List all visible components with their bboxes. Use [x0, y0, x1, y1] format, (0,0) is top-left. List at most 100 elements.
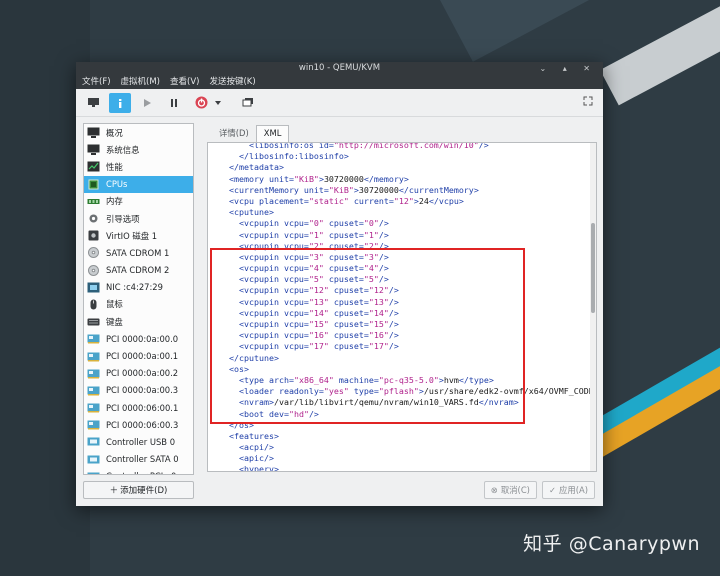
sidebar-item[interactable]: Controller USB 0 — [84, 433, 193, 450]
xml-line[interactable]: <vcpupin vcpu="13" cpuset="13"/> — [219, 297, 596, 308]
xml-line[interactable]: <cputune> — [219, 207, 596, 218]
sidebar-item-label: NIC :c4:27:29 — [106, 282, 163, 293]
xml-line[interactable]: <vcpupin vcpu="14" cpuset="14"/> — [219, 308, 596, 319]
sidebar-item[interactable]: Controller PCIe 0 — [84, 468, 193, 474]
sidebar-item[interactable]: PCI 0000:0a:00.0 — [84, 330, 193, 347]
check-icon: ✓ — [548, 485, 556, 495]
sidebar-item-label: 性能 — [106, 161, 123, 172]
xml-line[interactable]: <libosinfo:os id="http://microsoft.com/w… — [219, 143, 596, 151]
console-button[interactable] — [82, 93, 104, 113]
sidebar-item-label: PCI 0000:06:00.3 — [106, 419, 179, 430]
xml-line[interactable]: <acpi/> — [219, 442, 596, 453]
sidebar-item[interactable]: 引导选项 — [84, 210, 193, 227]
xml-line[interactable]: </libosinfo:libosinfo> — [219, 151, 596, 162]
xml-line[interactable]: <vcpupin vcpu="2" cpuset="2"/> — [219, 241, 596, 252]
pci-icon — [87, 351, 100, 362]
tab-xml[interactable]: XML — [255, 125, 290, 143]
sidebar-item-label: 引导选项 — [106, 213, 140, 224]
controller-icon — [87, 436, 100, 447]
sidebar-item-label: 鼠标 — [106, 299, 123, 310]
sidebar-item-label: Controller SATA 0 — [106, 454, 179, 465]
apply-button[interactable]: ✓ 应用(A) — [541, 481, 595, 499]
toolbar — [76, 89, 603, 117]
sidebar-item-label: CPUs — [106, 179, 128, 190]
monitor-icon — [87, 144, 100, 156]
xml-line[interactable]: <vcpupin vcpu="3" cpuset="3"/> — [219, 252, 596, 263]
xml-line[interactable]: </metadata> — [219, 162, 596, 173]
xml-line[interactable]: <vcpupin vcpu="16" cpuset="16"/> — [219, 330, 596, 341]
plus-icon: ＋ — [109, 486, 119, 496]
sidebar-item[interactable]: 内存 — [84, 193, 193, 210]
power-icon — [195, 96, 207, 109]
xml-line[interactable]: </cputune> — [219, 353, 596, 364]
hardware-list[interactable]: 概况 系统信息 性能 CPUs 内存 引导选项 VirtIO 磁盘 1 SATA CDROM … — [83, 123, 194, 475]
sidebar-item[interactable]: 键盘 — [84, 313, 193, 330]
menu-view[interactable]: 查看(V) — [170, 75, 199, 89]
sidebar-item[interactable]: NIC :c4:27:29 — [84, 279, 193, 296]
sidebar-item[interactable]: PCI 0000:0a:00.2 — [84, 365, 193, 382]
xml-line[interactable]: <vcpupin vcpu="15" cpuset="15"/> — [219, 319, 596, 330]
sidebar-item[interactable]: PCI 0000:0a:00.1 — [84, 347, 193, 364]
shutdown-button[interactable] — [190, 93, 212, 113]
xml-code[interactable]: <libosinfo:os id="http://microsoft.com/w… — [219, 143, 596, 471]
snapshots-button[interactable] — [237, 93, 259, 113]
xml-line[interactable]: <memory unit="KiB">30720000</memory> — [219, 174, 596, 185]
xml-line[interactable]: <hyperv> — [219, 464, 596, 471]
sidebar-item[interactable]: 系统信息 — [84, 141, 193, 158]
xml-line[interactable]: <type arch="x86_64" machine="pc-q35-5.0"… — [219, 375, 596, 386]
xml-line[interactable]: <currentMemory unit="KiB">30720000</curr… — [219, 185, 596, 196]
xml-line[interactable]: <vcpupin vcpu="1" cpuset="1"/> — [219, 230, 596, 241]
pause-icon — [171, 98, 177, 107]
sidebar-item[interactable]: Controller SATA 0 — [84, 451, 193, 468]
sidebar-item[interactable]: PCI 0000:06:00.3 — [84, 416, 193, 433]
xml-line[interactable]: <features> — [219, 431, 596, 442]
details-button[interactable] — [109, 92, 131, 113]
title-bar[interactable]: win10 - QEMU/KVM ⌄ ▴ ✕ — [76, 62, 603, 75]
info-icon — [119, 98, 122, 108]
sidebar-item[interactable]: VirtIO 磁盘 1 — [84, 227, 193, 244]
pci-icon — [87, 402, 100, 413]
xml-line[interactable]: <vcpupin vcpu="4" cpuset="4"/> — [219, 263, 596, 274]
xml-line[interactable]: <vcpupin vcpu="17" cpuset="17"/> — [219, 341, 596, 352]
dropdown-arrow-icon — [215, 100, 221, 105]
window-content: 概况 系统信息 性能 CPUs 内存 引导选项 VirtIO 磁盘 1 SATA CDROM … — [76, 117, 603, 506]
sidebar-item-label: 键盘 — [106, 316, 123, 327]
sidebar-item[interactable]: SATA CDROM 1 — [84, 244, 193, 261]
add-hardware-button[interactable]: ＋ 添加硬件(D) — [83, 481, 194, 499]
xml-line[interactable]: <vcpupin vcpu="0" cpuset="0"/> — [219, 218, 596, 229]
sidebar-item[interactable]: PCI 0000:06:00.1 — [84, 399, 193, 416]
xml-line[interactable]: <apic/> — [219, 453, 596, 464]
window-controls[interactable]: ⌄ ▴ ✕ — [539, 62, 597, 75]
sidebar-item-label: 内存 — [106, 196, 123, 207]
watermark-text: 知乎 @Canarypwn — [523, 533, 700, 555]
xml-line[interactable]: <vcpu placement="static" current="12">24… — [219, 196, 596, 207]
sidebar-item[interactable]: SATA CDROM 2 — [84, 262, 193, 279]
menu-vm[interactable]: 虚拟机(M) — [121, 75, 160, 89]
shutdown-menu-button[interactable] — [212, 93, 224, 113]
xml-line[interactable]: <vcpupin vcpu="12" cpuset="12"/> — [219, 285, 596, 296]
run-button[interactable] — [136, 93, 158, 113]
sidebar-item-label: Controller PCIe 0 — [106, 471, 176, 474]
sidebar-item[interactable]: 概况 — [84, 124, 193, 141]
scrollbar-thumb[interactable] — [591, 223, 595, 313]
menu-file[interactable]: 文件(F) — [82, 75, 111, 89]
sidebar-item[interactable]: PCI 0000:0a:00.3 — [84, 382, 193, 399]
window-title: win10 - QEMU/KVM — [298, 63, 381, 73]
xml-line[interactable]: <os> — [219, 364, 596, 375]
xml-line[interactable]: <nvram>/var/lib/libvirt/qemu/nvram/win10… — [219, 397, 596, 408]
xml-line[interactable]: <vcpupin vcpu="5" cpuset="5"/> — [219, 274, 596, 285]
menu-send-key[interactable]: 发送按键(K) — [209, 75, 255, 89]
xml-line[interactable]: <boot dev="hd"/> — [219, 409, 596, 420]
vertical-scrollbar[interactable] — [590, 143, 596, 471]
sidebar-item[interactable]: 鼠标 — [84, 296, 193, 313]
xml-line[interactable]: </os> — [219, 420, 596, 431]
cancel-button[interactable]: ⊗ 取消(C) — [483, 481, 537, 499]
sidebar-item[interactable]: CPUs — [84, 175, 193, 193]
xml-editor[interactable]: <libosinfo:os id="http://microsoft.com/w… — [207, 142, 597, 472]
xml-line[interactable]: <loader readonly="yes" type="pflash">/us… — [219, 386, 596, 397]
sidebar-item[interactable]: 性能 — [84, 158, 193, 175]
pause-button[interactable] — [163, 93, 185, 113]
apply-label: 应用(A) — [558, 485, 588, 495]
tab-details[interactable]: 详情(D) — [212, 125, 256, 143]
fullscreen-button[interactable] — [583, 96, 593, 109]
